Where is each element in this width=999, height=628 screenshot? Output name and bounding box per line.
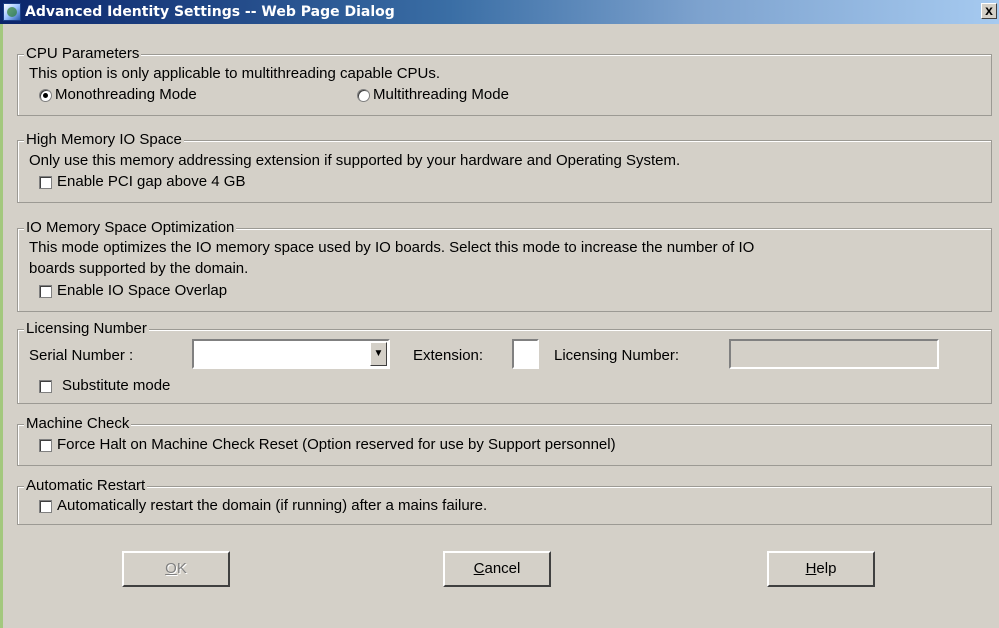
licensing-number-group: Licensing Number Serial Number : ▼ Exten… xyxy=(17,320,992,404)
serial-number-select[interactable]: ▼ xyxy=(192,339,390,369)
serial-number-label: Serial Number : xyxy=(29,347,134,364)
io-memory-optimization-legend: IO Memory Space Optimization xyxy=(24,219,237,237)
help-label-rest: elp xyxy=(816,560,837,577)
substitute-mode-option[interactable]: Substitute mode xyxy=(39,377,170,395)
io-overlap-option[interactable]: Enable IO Space Overlap xyxy=(39,282,227,300)
licensing-number-label: Licensing Number: xyxy=(554,347,680,364)
pci-gap-checkbox[interactable] xyxy=(39,175,52,189)
help-button[interactable]: Help xyxy=(767,551,875,587)
cancel-label-rest: ancel xyxy=(484,560,521,577)
cpu-parameters-group: CPU Parameters This option is only appli… xyxy=(17,45,992,116)
cpu-description: This option is only applicable to multit… xyxy=(29,65,441,82)
automatic-restart-group: Automatic Restart Automatically restart … xyxy=(17,477,992,525)
io-overlap-label: Enable IO Space Overlap xyxy=(57,282,228,300)
auto-restart-checkbox[interactable] xyxy=(39,499,52,513)
pci-gap-option[interactable]: Enable PCI gap above 4 GB xyxy=(39,173,245,191)
close-button[interactable]: x xyxy=(981,3,997,19)
monothreading-label: Monothreading Mode xyxy=(55,86,197,103)
monothreading-option[interactable]: Monothreading Mode xyxy=(39,86,197,104)
help-mnemonic: H xyxy=(805,560,817,577)
chevron-down-icon[interactable]: ▼ xyxy=(370,342,387,366)
machine-check-legend: Machine Check xyxy=(24,415,132,433)
machine-check-group: Machine Check Force Halt on Machine Chec… xyxy=(17,415,992,466)
extension-input[interactable] xyxy=(512,339,539,369)
multithreading-label: Multithreading Mode xyxy=(373,86,509,103)
cancel-mnemonic: C xyxy=(473,560,485,577)
high-memory-description: Only use this memory addressing extensio… xyxy=(29,152,681,169)
high-memory-io-group: High Memory IO Space Only use this memor… xyxy=(17,131,992,203)
auto-restart-option[interactable]: Automatically restart the domain (if run… xyxy=(39,497,487,515)
extension-label: Extension: xyxy=(413,347,484,364)
io-memory-optimization-group: IO Memory Space Optimization This mode o… xyxy=(17,219,992,312)
io-description-line2: boards supported by the domain. xyxy=(29,260,249,277)
window-title: Advanced Identity Settings -- Web Page D… xyxy=(25,4,395,20)
force-halt-checkbox[interactable] xyxy=(39,438,52,452)
ok-mnemonic: O xyxy=(165,560,177,577)
automatic-restart-legend: Automatic Restart xyxy=(24,477,148,495)
licensing-number-field xyxy=(729,339,939,369)
high-memory-io-legend: High Memory IO Space xyxy=(24,131,184,149)
multithreading-radio[interactable] xyxy=(357,88,370,102)
ok-label-rest: K xyxy=(176,560,187,577)
auto-restart-label: Automatically restart the domain (if run… xyxy=(57,497,488,515)
force-halt-label: Force Halt on Machine Check Reset (Optio… xyxy=(57,436,616,454)
licensing-number-legend: Licensing Number xyxy=(24,320,149,338)
ok-button[interactable]: OK xyxy=(122,551,230,587)
cancel-button[interactable]: Cancel xyxy=(443,551,551,587)
ie-page-icon xyxy=(3,3,21,21)
io-overlap-checkbox[interactable] xyxy=(39,284,52,298)
pci-gap-label: Enable PCI gap above 4 GB xyxy=(57,173,246,191)
substitute-mode-label: Substitute mode xyxy=(62,377,171,395)
force-halt-option[interactable]: Force Halt on Machine Check Reset (Optio… xyxy=(39,436,616,454)
cpu-parameters-legend: CPU Parameters xyxy=(24,45,142,63)
multithreading-option[interactable]: Multithreading Mode xyxy=(357,86,509,104)
dialog-content: CPU Parameters This option is only appli… xyxy=(0,24,999,628)
io-description-line1: This mode optimizes the IO memory space … xyxy=(29,239,755,256)
title-bar: Advanced Identity Settings -- Web Page D… xyxy=(0,0,999,24)
monothreading-radio[interactable] xyxy=(39,88,52,102)
substitute-mode-checkbox[interactable] xyxy=(39,379,52,393)
